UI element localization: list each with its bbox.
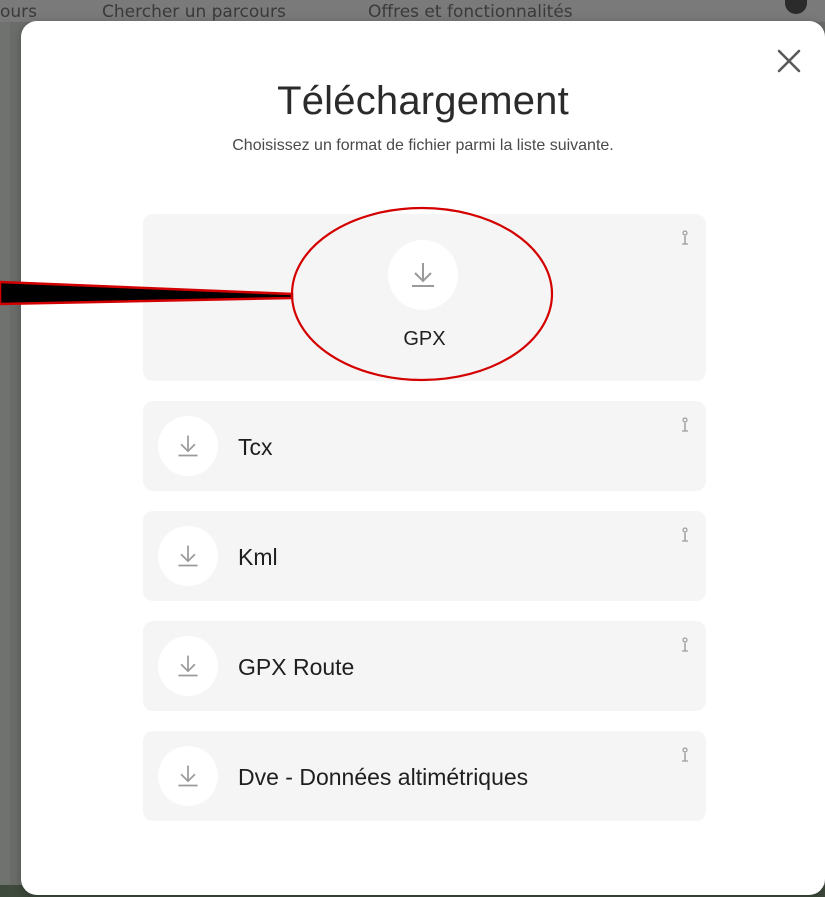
format-label: GPX	[403, 328, 446, 350]
background-nav: ours Chercher un parcours Offres et fonc…	[0, 0, 825, 22]
info-icon[interactable]	[678, 637, 692, 653]
format-option-gpx-route[interactable]: GPX Route	[143, 621, 706, 711]
background-nav-item: Offres et fonctionnalités	[368, 2, 573, 22]
format-option-gpx[interactable]: GPX	[143, 214, 706, 381]
download-icon-circle	[158, 526, 218, 586]
download-modal: Téléchargement Choisissez un format de f…	[21, 21, 825, 895]
close-icon	[777, 49, 801, 73]
close-button[interactable]	[773, 45, 805, 77]
download-icon-circle	[158, 636, 218, 696]
download-icon-circle	[158, 416, 218, 476]
info-icon[interactable]	[678, 527, 692, 543]
format-list: GPX Tcx Kml GPX Route Dve - Données alti…	[143, 214, 706, 841]
format-option-kml[interactable]: Kml	[143, 511, 706, 601]
download-icon-circle	[388, 240, 458, 310]
info-icon[interactable]	[678, 230, 692, 246]
background-map-edge	[0, 22, 10, 897]
download-icon	[178, 655, 198, 677]
modal-title: Téléchargement	[277, 79, 569, 123]
download-icon	[178, 545, 198, 567]
download-icon	[178, 765, 198, 787]
download-icon	[412, 263, 434, 287]
format-option-tcx[interactable]: Tcx	[143, 401, 706, 491]
info-icon[interactable]	[678, 417, 692, 433]
format-label: Dve - Données altimétriques	[238, 764, 529, 790]
info-icon[interactable]	[678, 747, 692, 763]
download-icon-circle	[158, 746, 218, 806]
download-icon	[178, 435, 198, 457]
background-nav-item: ours	[0, 2, 38, 22]
format-label: Tcx	[238, 434, 273, 460]
format-option-dve[interactable]: Dve - Données altimétriques	[143, 731, 706, 821]
format-label: Kml	[238, 544, 278, 570]
background-nav-item: Chercher un parcours	[102, 2, 286, 22]
modal-subtitle: Choisissez un format de fichier parmi la…	[232, 137, 614, 154]
format-label: GPX Route	[238, 654, 355, 680]
